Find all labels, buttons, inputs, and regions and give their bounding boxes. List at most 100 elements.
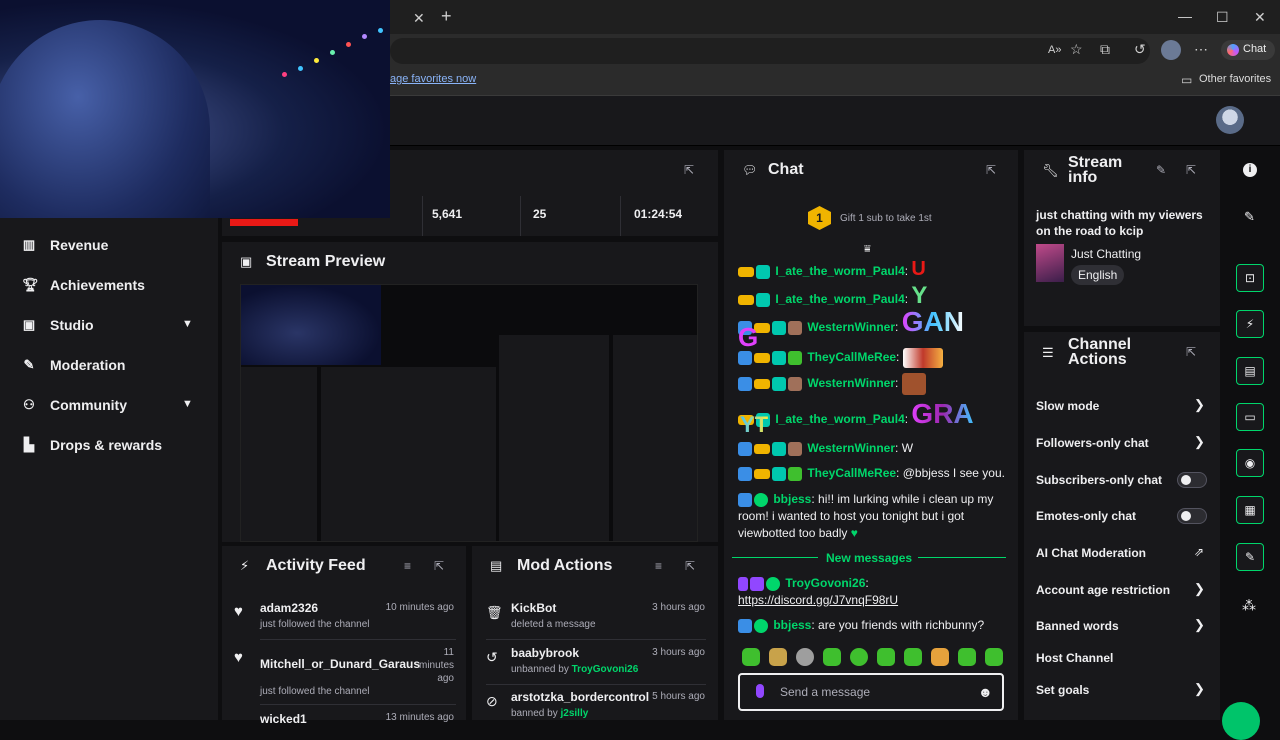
chat-username[interactable]: I_ate_the_worm_Paul4	[775, 412, 904, 426]
pencil-icon[interactable]: ✎	[1244, 209, 1255, 225]
user-avatar[interactable]	[1216, 106, 1244, 134]
extensions-icon[interactable]: ⧉	[1100, 41, 1110, 57]
emote-button[interactable]	[958, 648, 976, 666]
chat-link[interactable]: https://discord.gg/J7vnqF98rU	[738, 593, 898, 607]
chevron-right-icon[interactable]: ❯	[1194, 681, 1205, 697]
more-menu-icon[interactable]: ⋯	[1194, 41, 1208, 57]
subscribers-only-toggle[interactable]	[1177, 472, 1207, 488]
popout-icon[interactable]: ⇱	[986, 163, 1000, 177]
chat-username[interactable]: TroyGovoni26	[785, 576, 865, 590]
manage-favorites-link[interactable]: age favorites now	[390, 73, 476, 85]
chat-username[interactable]: WesternWinner	[807, 320, 895, 334]
new-tab-icon[interactable]: +	[441, 7, 452, 25]
popout-icon[interactable]: ⇱	[684, 163, 698, 177]
chevron-down-icon[interactable]: ▼	[182, 318, 196, 332]
close-tab-icon[interactable]: ✕	[413, 10, 425, 26]
chevron-down-icon[interactable]: ▼	[182, 398, 196, 412]
slow-mode-row[interactable]: Slow mode	[1036, 399, 1099, 413]
favorite-star-icon[interactable]: ☆	[1070, 41, 1083, 57]
banned-words-row[interactable]: Banned words	[1036, 619, 1119, 633]
emote-button[interactable]	[931, 648, 949, 666]
language-tag[interactable]: English	[1071, 265, 1125, 285]
emote-button[interactable]	[742, 648, 760, 666]
popout-icon[interactable]: ⇱	[1186, 163, 1200, 177]
chat-username[interactable]: WesternWinner	[807, 441, 895, 455]
emote-button[interactable]	[877, 648, 895, 666]
mod-target[interactable]: arstotzka_bordercontrol	[511, 690, 649, 704]
chevron-right-icon[interactable]: ❯	[1194, 617, 1205, 633]
set-goals-row[interactable]: Set goals	[1036, 683, 1089, 697]
feed-user[interactable]: adam2326	[260, 601, 318, 615]
read-aloud-icon[interactable]: A»	[1048, 42, 1061, 58]
chevron-right-icon[interactable]: ❯	[1194, 434, 1205, 450]
maximize-icon[interactable]: ☐	[1216, 9, 1229, 25]
pin-icon[interactable]: ⩸	[864, 243, 871, 256]
mod-actor[interactable]: TroyGovoni26	[572, 664, 639, 675]
pencil-icon[interactable]: ✎	[1156, 163, 1170, 177]
chevron-right-icon[interactable]: ❯	[1194, 581, 1205, 597]
clip-icon[interactable]: ⊡	[1236, 264, 1264, 292]
sidebar-item-studio[interactable]: ▣ Studio	[22, 314, 94, 336]
chat-input[interactable]: Send a message ☻	[738, 673, 1004, 711]
host-channel-row[interactable]: Host Channel	[1036, 651, 1113, 665]
filter-icon[interactable]: ≡	[655, 559, 669, 573]
sidebar-item-drops[interactable]: ▙ Drops & rewards	[22, 434, 162, 456]
chat-username[interactable]: TheyCallMeRee	[807, 466, 896, 480]
notes-icon[interactable]: ▤	[1236, 357, 1264, 385]
mod-target[interactable]: baabybrook	[511, 646, 579, 660]
emote-button[interactable]	[769, 648, 787, 666]
chat-username[interactable]: bbjess	[773, 492, 811, 506]
copilot-chat-button[interactable]: Chat	[1221, 40, 1275, 60]
chat-bubble-icon[interactable]: ▭	[1236, 403, 1264, 431]
popout-icon[interactable]: ⇱	[1186, 345, 1200, 359]
sidebar-item-moderation[interactable]: ✎ Moderation	[22, 354, 126, 376]
emote-picker-icon[interactable]: ☻	[978, 684, 993, 700]
chat-username[interactable]: WesternWinner	[807, 376, 895, 390]
popout-icon[interactable]: ⇱	[434, 559, 448, 573]
sidebar-item-revenue[interactable]: ▥ Revenue	[22, 234, 109, 256]
feed-user[interactable]: wicked1	[260, 712, 307, 726]
history-icon[interactable]: ↺	[1134, 41, 1146, 57]
mod-actor[interactable]: j2silly	[561, 708, 589, 719]
sidebar-item-community[interactable]: ⚇ Community	[22, 394, 127, 416]
chevron-right-icon[interactable]: ❯	[1194, 397, 1205, 413]
share-icon[interactable]: ⁂	[1242, 597, 1256, 614]
wrench-icon[interactable]: ✎	[1236, 543, 1264, 571]
chat-username[interactable]: I_ate_the_worm_Paul4	[775, 292, 904, 306]
feed-time: 11 minutes ago	[418, 647, 454, 684]
followers-only-row[interactable]: Followers-only chat	[1036, 436, 1149, 450]
ai-chat-moderation-row[interactable]: AI Chat Moderation	[1036, 546, 1146, 560]
help-fab[interactable]	[1222, 702, 1260, 740]
minimize-icon[interactable]: —	[1178, 8, 1192, 24]
external-link-icon[interactable]: ⇗	[1194, 545, 1204, 559]
layout-icon[interactable]: ▦	[1236, 496, 1264, 524]
address-bar[interactable]	[390, 38, 1150, 64]
profile-icon[interactable]	[1161, 40, 1181, 60]
lightning-icon[interactable]: ⚡︎	[1236, 310, 1264, 338]
stream-preview-video[interactable]	[240, 284, 698, 542]
category-boxart[interactable]	[1036, 244, 1064, 282]
feed-user[interactable]: Mitchell_or_Dunard_Garaus	[260, 657, 420, 671]
gift-sub-banner[interactable]: Gift 1 sub to take 1st	[840, 213, 932, 224]
emote-button[interactable]	[796, 648, 814, 666]
chat-username[interactable]: I_ate_the_worm_Paul4	[775, 264, 904, 278]
mod-target[interactable]: KickBot	[511, 601, 556, 615]
emote-button[interactable]	[985, 648, 1003, 666]
emote-button[interactable]	[904, 648, 922, 666]
info-icon[interactable]: i	[1243, 163, 1257, 177]
account-age-row[interactable]: Account age restriction	[1036, 583, 1170, 597]
chat-username[interactable]: TheyCallMeRee	[807, 350, 896, 364]
broadcast-icon[interactable]: ◉	[1236, 449, 1264, 477]
emote-button[interactable]	[823, 648, 841, 666]
badge-icon	[772, 351, 786, 365]
emote-button[interactable]	[850, 648, 868, 666]
chat-username[interactable]: bbjess	[773, 618, 811, 632]
popout-icon[interactable]: ⇱	[685, 559, 699, 573]
other-favorites-link[interactable]: Other favorites	[1199, 73, 1271, 85]
filter-icon[interactable]: ≡	[404, 559, 418, 573]
stream-category[interactable]: Just Chatting	[1071, 247, 1141, 261]
mic-icon[interactable]	[756, 684, 764, 698]
emotes-only-toggle[interactable]	[1177, 508, 1207, 524]
sidebar-item-achievements[interactable]: 🏆︎ Achievements	[22, 274, 145, 296]
window-close-icon[interactable]: ✕	[1254, 9, 1266, 25]
